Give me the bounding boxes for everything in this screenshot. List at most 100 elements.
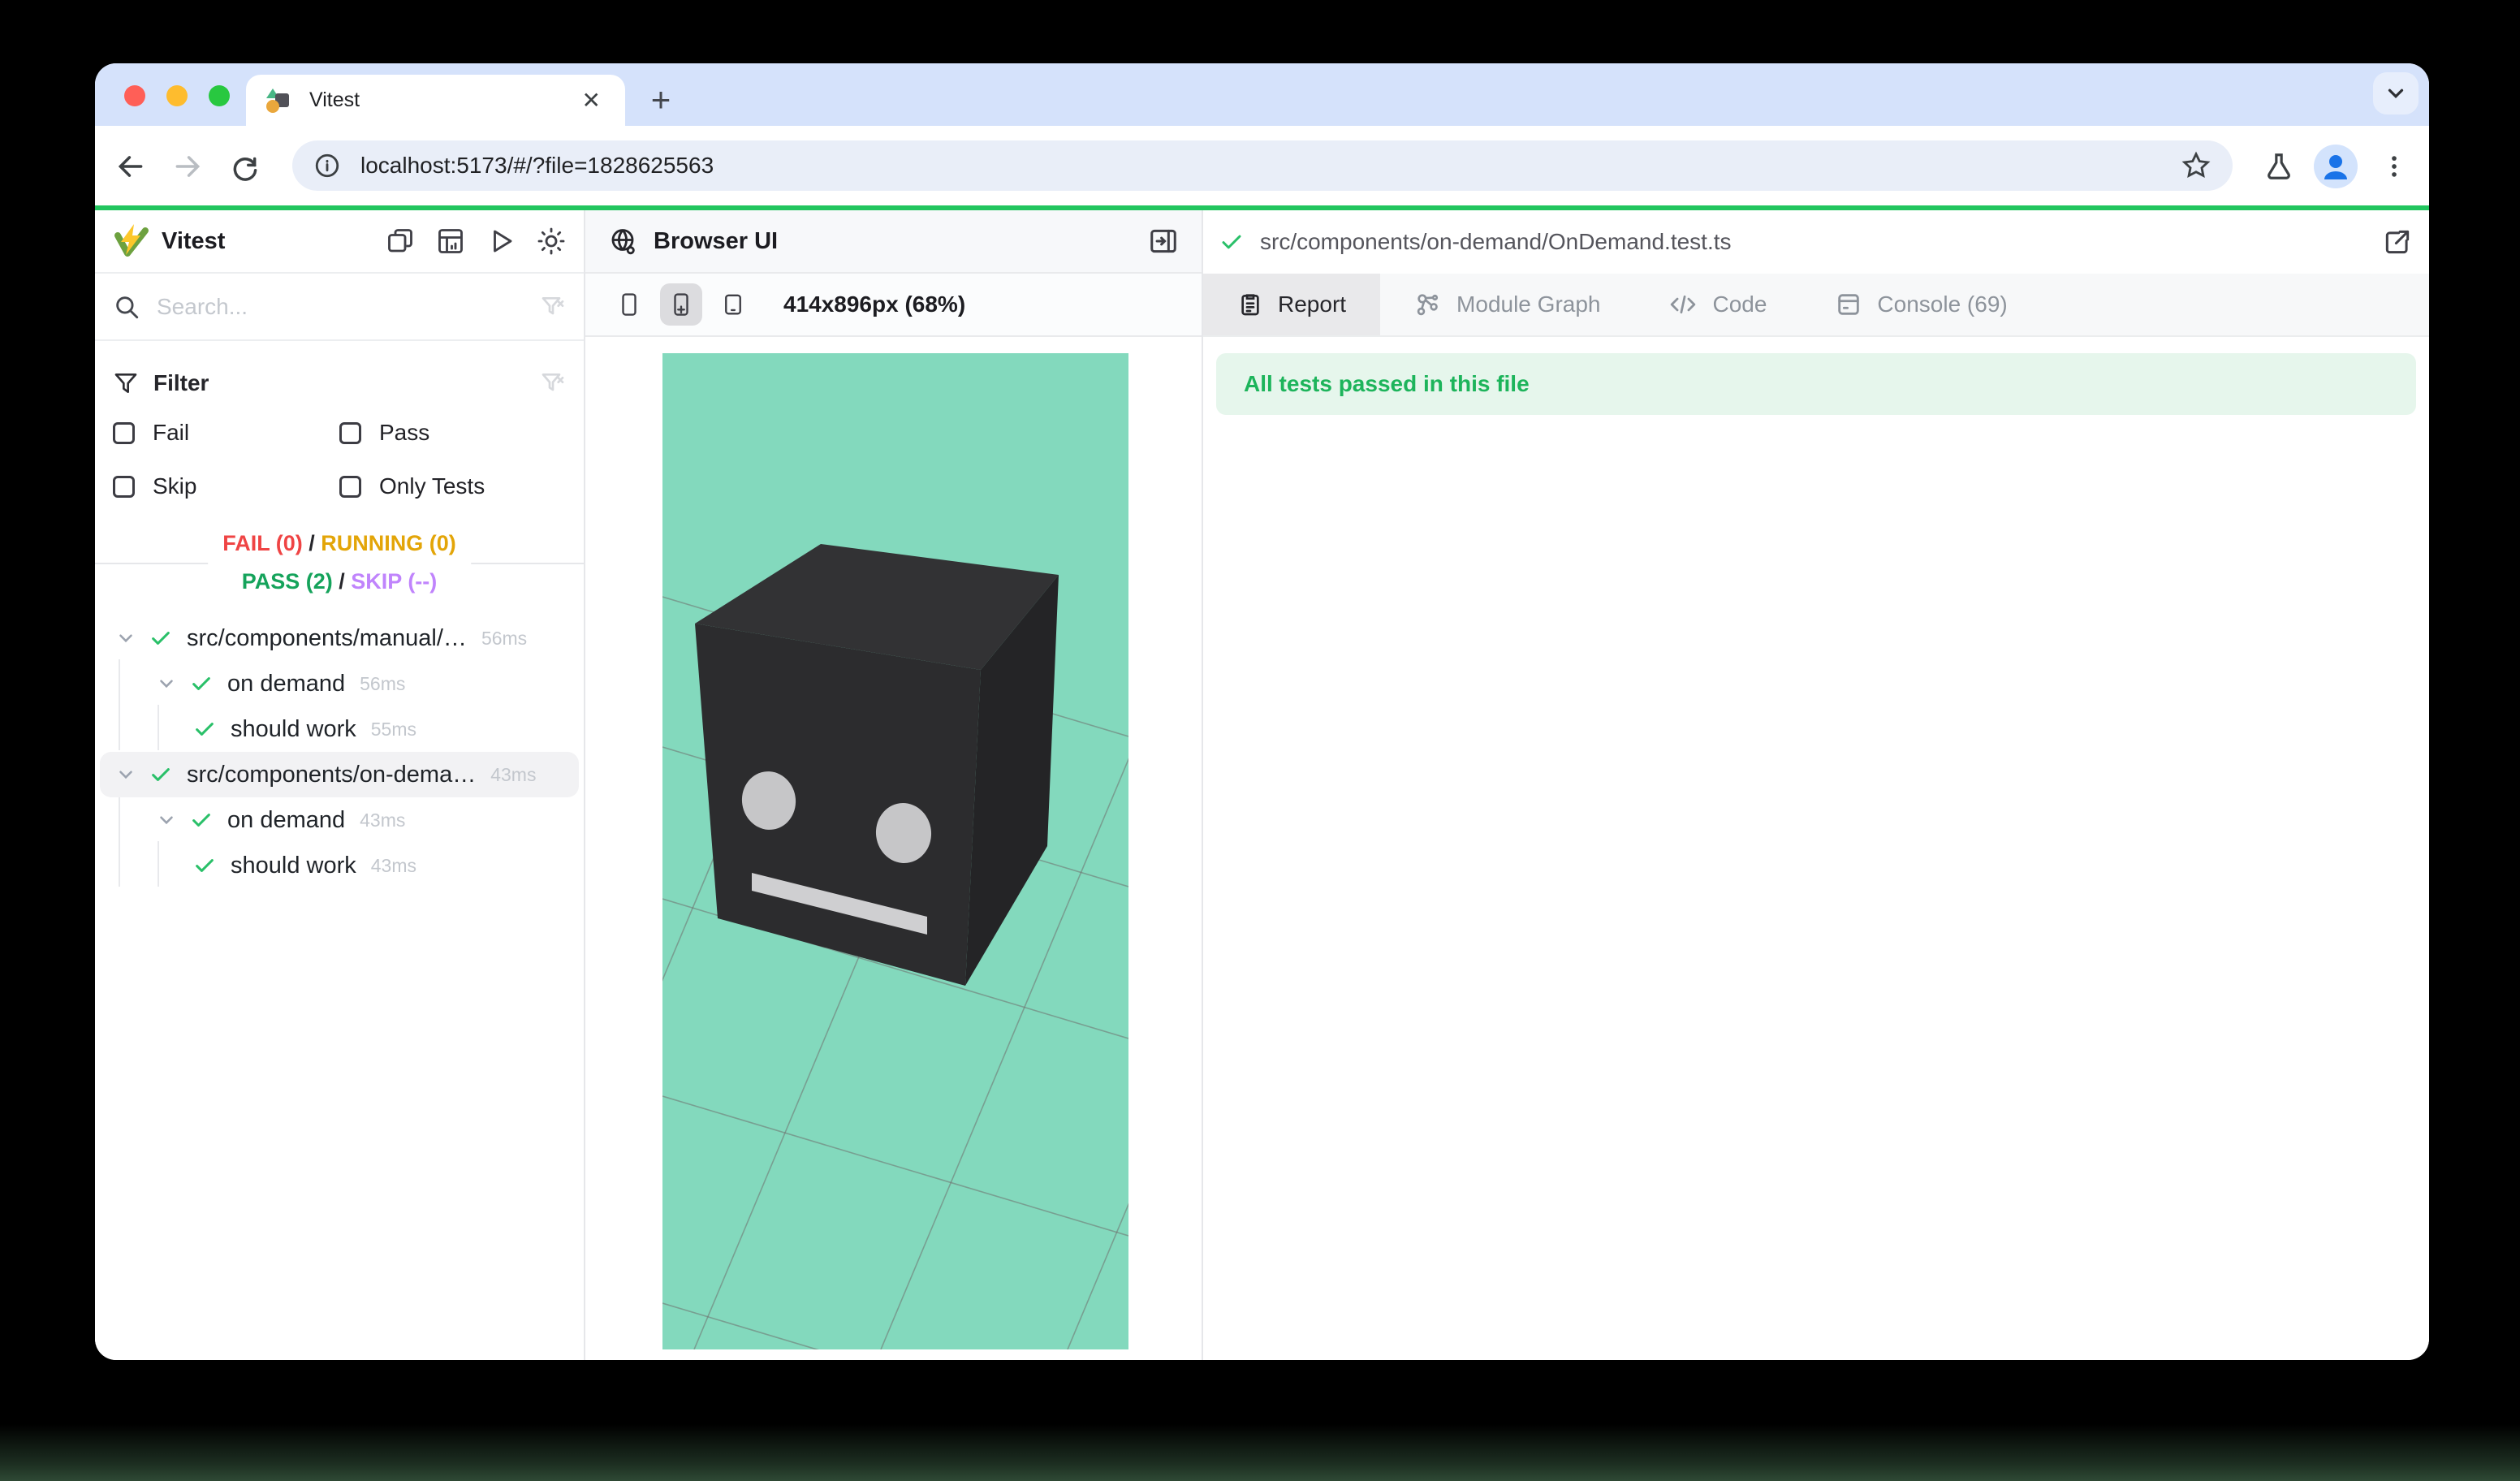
- profile-button[interactable]: [2313, 144, 2358, 189]
- stats-line-1: FAIL (0) / RUNNING (0): [222, 525, 456, 563]
- macos-traffic-lights: [124, 85, 230, 106]
- phone-icon: [618, 292, 641, 317]
- tab-label: Code: [1712, 291, 1767, 317]
- test-duration: 56ms: [481, 628, 527, 650]
- filter-checkbox-fail[interactable]: Fail: [113, 420, 339, 446]
- phone-plus-icon: [670, 292, 693, 317]
- viewport-size-label: 414x896px (68%): [783, 291, 965, 317]
- device-tablet-button[interactable]: [712, 283, 754, 326]
- test-file-name: src/components/manual/…: [187, 625, 467, 652]
- filter-section: Filter Fail Pass Skip: [95, 341, 584, 520]
- pass-check-icon: [149, 763, 172, 786]
- vitest-logo-icon: [113, 222, 150, 260]
- preview-windows-icon[interactable]: [386, 227, 415, 256]
- tab-search-chevron-button[interactable]: [2373, 72, 2419, 114]
- preview-header: Browser UI: [585, 210, 1202, 274]
- tree-row-file[interactable]: src/components/manual/… 56ms: [95, 615, 584, 661]
- forward-button[interactable]: [165, 144, 210, 189]
- test-stats-summary: FAIL (0) / RUNNING (0) PASS (2) / SKIP (…: [95, 525, 584, 602]
- filter-checkbox-only-tests[interactable]: Only Tests: [339, 473, 566, 499]
- close-window-button[interactable]: [124, 85, 145, 106]
- browser-tab-vitest[interactable]: Vitest ✕: [246, 75, 625, 126]
- new-tab-button[interactable]: +: [637, 76, 684, 123]
- address-bar[interactable]: localhost:5173/#/?file=1828625563: [292, 140, 2233, 191]
- flask-icon: [2263, 151, 2294, 182]
- theme-sun-icon[interactable]: [537, 227, 566, 256]
- dots-vertical-icon: [2380, 153, 2408, 180]
- avatar: [2313, 144, 2358, 189]
- tab-close-icon[interactable]: ✕: [582, 87, 601, 114]
- test-case-name: should work: [231, 716, 356, 743]
- checkbox[interactable]: [113, 422, 135, 444]
- desktop-background: Vitest ✕ + localhost:5173/#/?file=182862…: [0, 0, 2520, 1481]
- desktop-haze: [0, 1424, 2520, 1481]
- result-file-path: src/components/on-demand/OnDemand.test.t…: [1260, 229, 2382, 255]
- test-duration: 43ms: [490, 764, 536, 786]
- 3d-scene-canvas[interactable]: [662, 353, 1128, 1349]
- pass-check-icon: [193, 718, 216, 740]
- test-duration: 43ms: [371, 855, 416, 877]
- chevron-down-icon[interactable]: [156, 810, 177, 831]
- checkbox[interactable]: [339, 422, 361, 444]
- back-button[interactable]: [108, 144, 153, 189]
- info-icon: [313, 152, 341, 179]
- clear-filter-icon[interactable]: [540, 294, 566, 320]
- maximize-window-button[interactable]: [209, 85, 230, 106]
- chevron-down-icon: [2384, 81, 2408, 106]
- open-in-editor-icon[interactable]: [2382, 227, 2413, 257]
- module-graph-icon: [1414, 291, 1442, 318]
- test-duration: 43ms: [360, 810, 405, 831]
- dock-panel-right-icon[interactable]: [1148, 226, 1179, 257]
- tab-code[interactable]: Code: [1634, 274, 1801, 335]
- checkbox[interactable]: [113, 476, 135, 498]
- browser-menu-button[interactable]: [2371, 144, 2417, 189]
- preview-viewport[interactable]: [662, 353, 1128, 1349]
- reload-icon: [229, 151, 260, 182]
- bookmark-star-icon[interactable]: [2181, 150, 2211, 181]
- pass-check-icon: [193, 854, 216, 877]
- results-header: src/components/on-demand/OnDemand.test.t…: [1203, 210, 2429, 274]
- test-suite-name: on demand: [227, 807, 345, 834]
- experiments-button[interactable]: [2256, 144, 2302, 189]
- vitest-favicon: [265, 87, 293, 114]
- minimize-window-button[interactable]: [166, 85, 188, 106]
- tab-label: Module Graph: [1456, 291, 1600, 317]
- checkbox-label: Skip: [153, 473, 196, 499]
- results-panel: src/components/on-demand/OnDemand.test.t…: [1203, 210, 2429, 1360]
- all-tests-passed-banner: All tests passed in this file: [1216, 353, 2416, 415]
- arrow-right-icon: [172, 151, 203, 182]
- browser-tab-strip: Vitest ✕ +: [95, 63, 2429, 126]
- checkbox-label: Fail: [153, 420, 189, 446]
- dashboard-icon[interactable]: [436, 227, 465, 256]
- search-input[interactable]: Search...: [157, 294, 540, 320]
- filter-checkbox-skip[interactable]: Skip: [113, 473, 339, 499]
- clear-filter-icon[interactable]: [540, 370, 566, 396]
- device-phone-button[interactable]: [608, 283, 650, 326]
- device-phone-plus-button-selected[interactable]: [660, 283, 702, 326]
- url-text[interactable]: localhost:5173/#/?file=1828625563: [360, 153, 2181, 179]
- tree-row-test[interactable]: should work 43ms: [95, 843, 584, 888]
- tree-row-suite[interactable]: on demand 56ms: [95, 661, 584, 706]
- test-duration: 56ms: [360, 673, 405, 695]
- tab-console[interactable]: Console (69): [1801, 274, 2041, 335]
- tree-row-file-selected[interactable]: src/components/on-dema… 43ms: [100, 752, 579, 797]
- sidebar: Vitest Search... Filter: [95, 210, 585, 1360]
- globe-icon: [608, 227, 637, 256]
- pass-check-icon: [190, 809, 213, 831]
- tree-row-suite[interactable]: on demand 43ms: [95, 797, 584, 843]
- filter-title: Filter: [153, 370, 540, 396]
- chevron-down-icon[interactable]: [115, 628, 136, 649]
- search-bar[interactable]: Search...: [95, 274, 584, 341]
- tab-report[interactable]: Report: [1203, 274, 1380, 335]
- filter-checkbox-pass[interactable]: Pass: [339, 420, 566, 446]
- reload-button[interactable]: [222, 144, 267, 189]
- sidebar-header: Vitest: [95, 210, 584, 274]
- chevron-down-icon[interactable]: [156, 673, 177, 694]
- tree-row-test[interactable]: should work 55ms: [95, 706, 584, 752]
- tab-module-graph[interactable]: Module Graph: [1380, 274, 1634, 335]
- report-clipboard-icon: [1237, 291, 1263, 317]
- chevron-down-icon[interactable]: [115, 764, 136, 785]
- checkbox[interactable]: [339, 476, 361, 498]
- checkbox-label: Pass: [379, 420, 429, 446]
- run-all-play-icon[interactable]: [486, 227, 516, 256]
